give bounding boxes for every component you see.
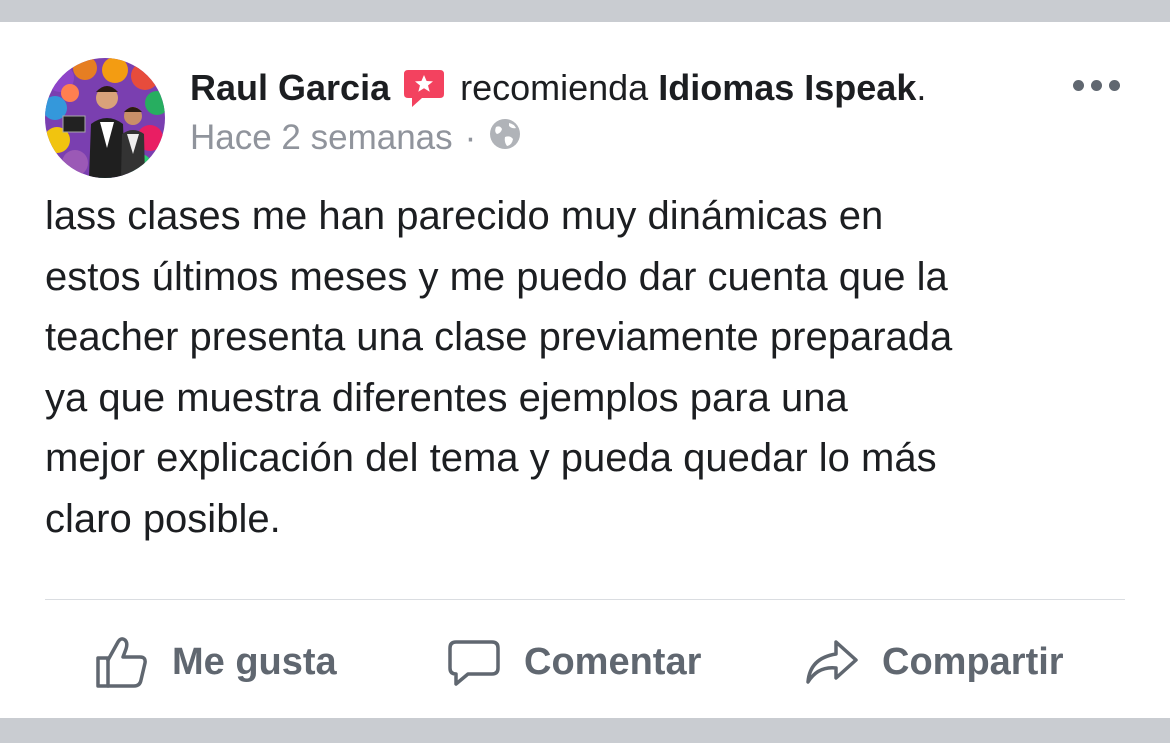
avatar-image: [45, 58, 165, 178]
share-button[interactable]: Compartir: [804, 622, 1064, 702]
divider: [45, 599, 1125, 600]
comment-icon: [448, 640, 500, 686]
timestamp[interactable]: Hace 2 semanas: [190, 118, 453, 158]
meta-separator: ·: [464, 118, 477, 157]
thumbs-up-icon: [96, 637, 147, 688]
post-card: Raul Garcia recomienda Idiomas Ispeak . …: [0, 22, 1170, 718]
page-name-suffix: .: [916, 67, 927, 108]
post-meta: Hace 2 semanas ·: [190, 116, 522, 160]
comment-label: Comentar: [524, 640, 702, 683]
like-label: Me gusta: [172, 640, 337, 683]
post-header: Raul Garcia recomienda Idiomas Ispeak .: [190, 66, 926, 110]
comment-button[interactable]: Comentar: [446, 622, 701, 702]
share-label: Compartir: [882, 640, 1064, 683]
globe-icon: [488, 117, 522, 160]
like-button[interactable]: Me gusta: [94, 622, 337, 702]
author-name[interactable]: Raul Garcia: [190, 67, 390, 109]
recommendation-star-icon: [402, 66, 446, 110]
post-actions: Me gusta Comentar Compartir: [0, 622, 1170, 702]
more-options-icon[interactable]: [1073, 80, 1120, 91]
post-body: lass clases me han parecido muy dinámica…: [45, 194, 953, 541]
action-text: recomienda: [460, 67, 649, 108]
avatar[interactable]: [45, 58, 165, 178]
page-name-link[interactable]: Idiomas Ispeak: [658, 67, 916, 109]
share-arrow-icon: [806, 640, 858, 684]
